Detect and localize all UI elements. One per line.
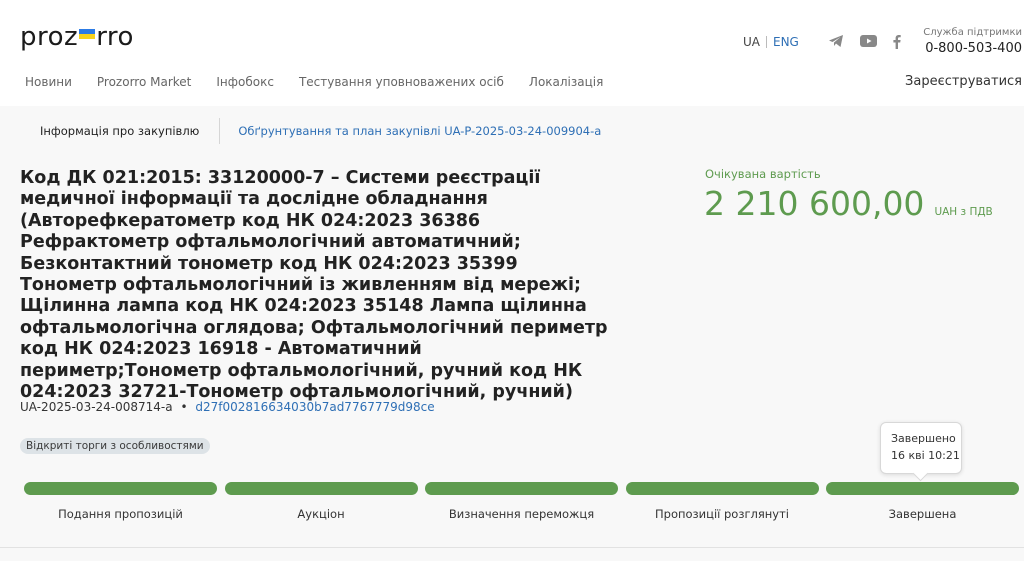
tender-ids: UA-2025-03-24-008714-a • d27f00281663403… <box>20 400 435 414</box>
status-date: 16 кві 10:21 <box>891 449 960 462</box>
expected-value-label: Очікувана вартість <box>705 167 821 181</box>
stage-bar <box>425 482 618 495</box>
stage-label: Визначення переможця <box>448 507 595 521</box>
expected-value: 2 210 600,00 UAH з ПДВ <box>704 184 993 223</box>
stage-auction: Аукціон <box>224 482 418 521</box>
stage-winner: Визначення переможця <box>425 482 618 521</box>
stage-completed: Завершена <box>826 482 1019 521</box>
support-label: Служба підтримки <box>923 27 1022 38</box>
tab-procurement-info[interactable]: Інформація про закупівлю <box>20 124 219 138</box>
tender-hash-link[interactable]: d27f002816634030b7ad7767779d98ce <box>195 400 434 414</box>
stage-label: Аукціон <box>297 507 345 521</box>
logo-text-left: proz <box>20 22 79 52</box>
status-label: Завершено <box>891 432 956 445</box>
stage-bar <box>826 482 1019 495</box>
stage-bar <box>224 482 418 495</box>
nav-item-localization[interactable]: Локалізація <box>529 75 603 89</box>
register-link[interactable]: Зареєструватися <box>905 74 1022 89</box>
stage-label: Завершена <box>888 507 957 521</box>
stage-bar <box>625 482 819 495</box>
nav-item-news[interactable]: Новини <box>25 75 72 89</box>
logo-text-right: rro <box>96 22 134 52</box>
nav-item-market[interactable]: Prozorro Market <box>97 75 191 89</box>
youtube-icon[interactable] <box>859 33 877 49</box>
id-separator: • <box>180 400 188 414</box>
facebook-icon[interactable] <box>887 33 905 49</box>
procedure-type-badge: Відкриті торги з особливостями <box>20 438 210 454</box>
prozorro-logo[interactable]: proz rro <box>20 22 134 52</box>
lang-eng[interactable]: ENG <box>773 35 799 49</box>
tender-panel: Інформація про закупівлю Обґрунтування т… <box>0 106 1024 548</box>
tender-title: Код ДК 021:2015: 33120000-7 – Системи ре… <box>20 168 608 403</box>
tender-tabs: Інформація про закупівлю Обґрунтування т… <box>20 118 619 144</box>
tab-plan-link[interactable]: Обґрунтування та план закупівлі UA-P-202… <box>220 124 619 138</box>
stage-label: Подання пропозицій <box>58 507 183 521</box>
tender-page: Інформація про закупівлю Обґрунтування т… <box>0 106 1024 561</box>
value-currency: UAH з ПДВ <box>934 206 993 218</box>
lang-divider <box>766 36 767 48</box>
stage-label: Пропозиції розглянуті <box>655 507 789 521</box>
value-amount: 2 210 600,00 <box>704 184 925 223</box>
stage-reviewed: Пропозиції розглянуті <box>625 482 819 521</box>
stage-bar <box>24 482 217 495</box>
tender-id: UA-2025-03-24-008714-a <box>20 400 173 414</box>
lang-ua[interactable]: UA <box>743 35 760 49</box>
ukraine-flag-icon <box>79 29 96 39</box>
stage-submission: Подання пропозицій <box>24 482 217 521</box>
status-tooltip: Завершено 16 кві 10:21 <box>880 422 962 474</box>
support-info: Служба підтримки 0-800-503-400 <box>923 27 1022 56</box>
site-header: proz rro UA ENG Служба підтримки 0-800-5… <box>0 0 1024 106</box>
telegram-icon[interactable] <box>827 33 845 49</box>
language-switcher: UA ENG <box>743 35 799 49</box>
support-phone[interactable]: 0-800-503-400 <box>923 41 1022 56</box>
nav-item-testing[interactable]: Тестування уповноважених осіб <box>299 75 504 89</box>
main-nav: Новини Prozorro Market Інфобокс Тестуван… <box>25 75 628 89</box>
stage-progress: Подання пропозицій Аукціон Визначення пе… <box>24 482 1019 521</box>
nav-item-infobox[interactable]: Інфобокс <box>216 75 274 89</box>
